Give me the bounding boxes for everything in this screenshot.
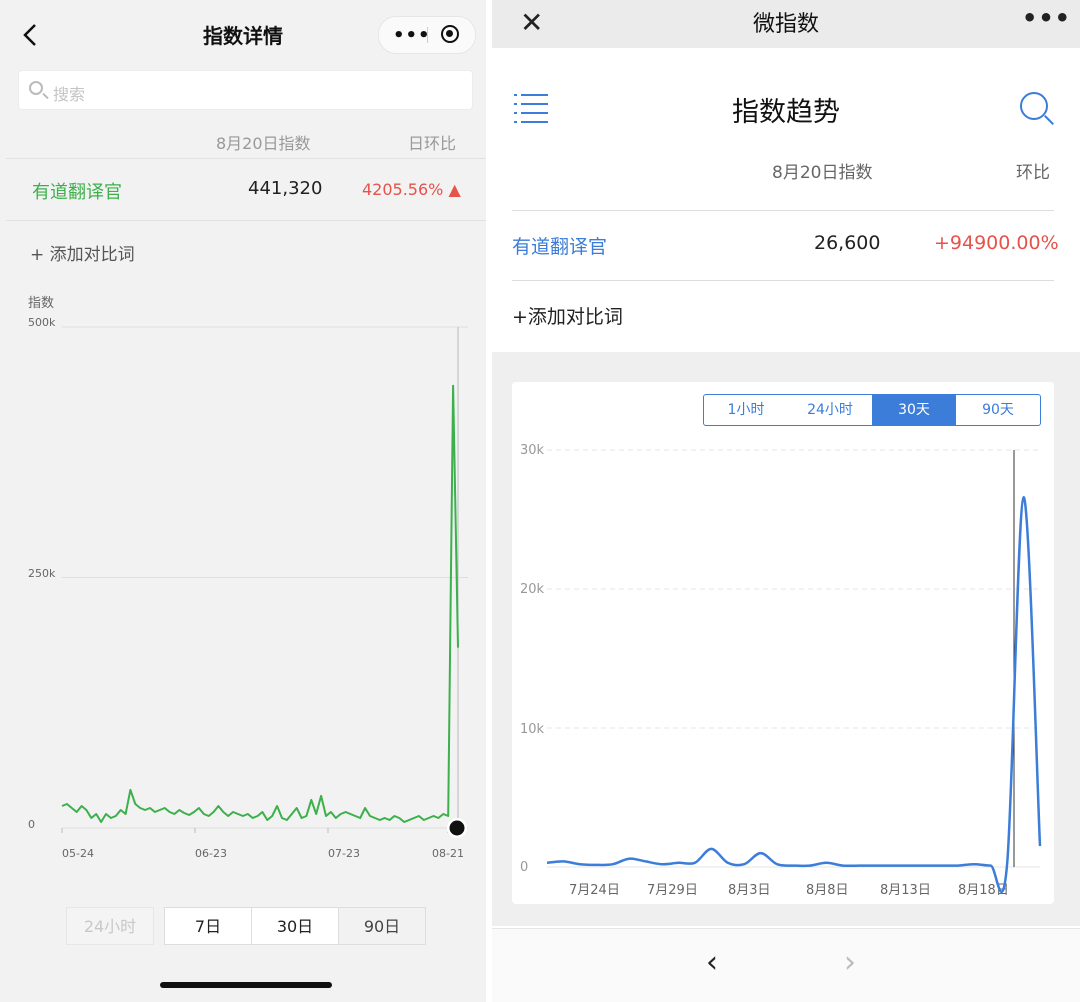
series-line	[61, 384, 459, 823]
forward-icon: ›	[844, 945, 856, 980]
bottom-nav-bar: ‹ ›	[492, 928, 1080, 1002]
back-icon[interactable]: ‹	[706, 945, 718, 980]
range-30d-button[interactable]: 30日	[251, 907, 339, 945]
left-screen: 指数详情 ••• 搜索 8月20日指数 日环比 有道翻译官 441,320 42…	[0, 0, 486, 1002]
hover-point	[449, 820, 465, 836]
range-selector: 24小时 7日 30日 90日	[66, 907, 426, 945]
range-24h-button: 24小时	[66, 907, 154, 945]
series-line	[546, 496, 1042, 894]
trend-line-chart[interactable]	[492, 0, 1080, 900]
range-7d-button[interactable]: 7日	[164, 907, 252, 945]
index-line-chart[interactable]	[0, 0, 486, 880]
range-90d-button[interactable]: 90日	[338, 907, 426, 945]
right-screen: ✕ 微指数 ••• 指数趋势 8月20日指数 环比 有道翻译官 26,600 +…	[492, 0, 1080, 1002]
home-indicator	[160, 982, 332, 988]
